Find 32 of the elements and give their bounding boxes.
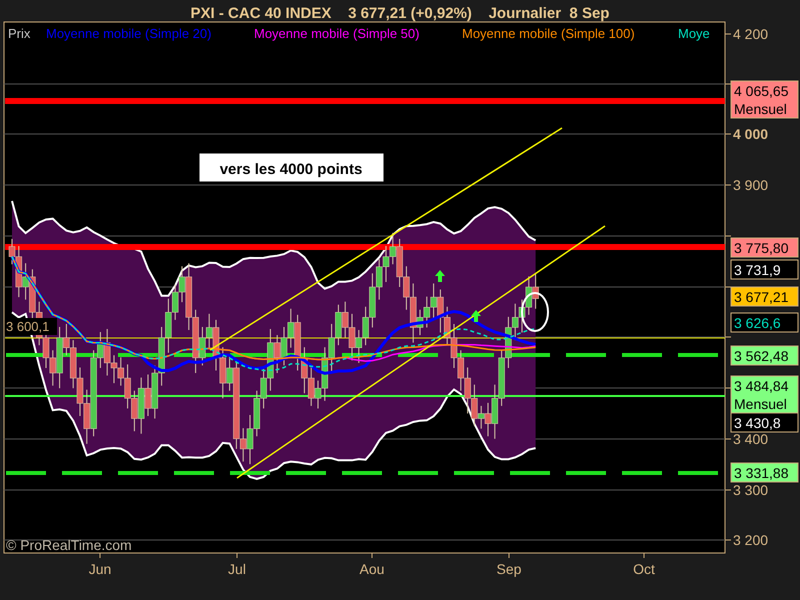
x-axis-label: Jun — [88, 561, 112, 577]
y-axis-label: 3 200 — [733, 532, 768, 548]
up-arrow-icon — [435, 270, 445, 282]
price-tag: 3 331,88 — [730, 462, 798, 482]
price-tag: 3 731,9 — [730, 260, 798, 280]
credit-text: © ProRealTime.com — [6, 537, 132, 553]
price-tag: 3 775,80 — [730, 238, 798, 258]
y-axis-label: 4 000 — [733, 126, 768, 142]
x-axis-label: Sep — [496, 561, 522, 577]
legend-item: Moyenne mobile (Simple 100) — [462, 26, 635, 41]
x-axis-label: Jul — [228, 561, 246, 577]
price-tag: 4 065,65 Mensuel — [730, 80, 798, 118]
legend-item: Prix — [8, 26, 30, 41]
y-axis-label: 3 300 — [733, 482, 768, 498]
annotation-text: vers les 4000 points — [220, 161, 362, 178]
legend-item: Moyenne mobile (Simple 20) — [46, 26, 212, 41]
x-axis-label: Oct — [633, 561, 655, 577]
price-tag: 3 430,8 — [730, 412, 798, 432]
up-arrow-icon — [471, 310, 481, 322]
chart-title: PXI - CAC 40 INDEX 3 677,21 (+0,92%) Journalier 8 Sep — [190, 5, 610, 22]
price-tag: 3 562,48 — [730, 346, 798, 366]
y-axis-label: 3 900 — [733, 177, 768, 193]
price-tag: 3 626,6 — [730, 312, 798, 332]
y-axis-label: 4 200 — [733, 26, 768, 42]
price-tag: 3 677,21 — [730, 286, 798, 306]
legend-item: Moye — [678, 26, 710, 41]
y-axis-label: 3 400 — [733, 431, 768, 447]
legend-item: Moyenne mobile (Simple 50) — [254, 26, 420, 41]
price-tag: 3 484,84 Mensuel — [730, 376, 798, 414]
level-value: 3 600,1 — [6, 319, 50, 334]
x-axis-label: Aou — [360, 561, 384, 577]
highlight-circle — [521, 292, 549, 332]
